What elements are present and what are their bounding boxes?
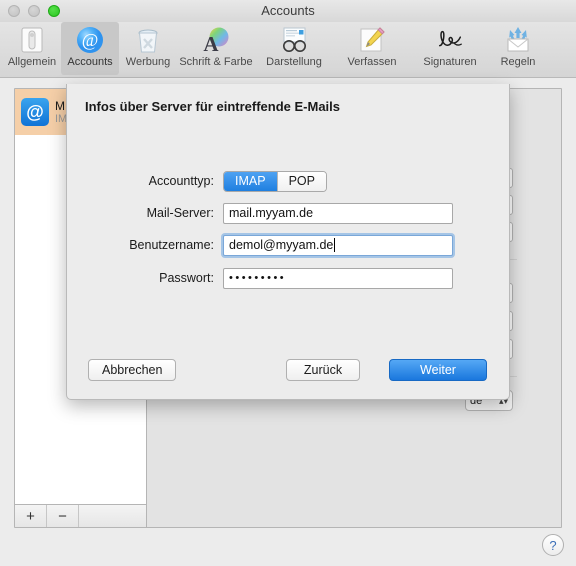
preferences-toolbar: Allgemein @ Accounts Werbung A Schrift &… bbox=[0, 22, 576, 78]
mail-account-icon: @ bbox=[21, 98, 49, 126]
viewing-glasses-icon bbox=[279, 25, 309, 55]
toolbar-item-darstellung[interactable]: Darstellung bbox=[255, 22, 333, 75]
toolbar-item-allgemein[interactable]: Allgemein bbox=[3, 22, 61, 75]
label-password: Passwort: bbox=[159, 271, 214, 285]
mail-server-value: mail.myyam.de bbox=[229, 206, 314, 220]
toolbar-item-schrift-farbe[interactable]: A Schrift & Farbe bbox=[177, 22, 255, 75]
toolbar-label-darstellung: Darstellung bbox=[266, 56, 322, 68]
cancel-button[interactable]: Abbrechen bbox=[88, 359, 177, 381]
toolbar-label-schrift-farbe: Schrift & Farbe bbox=[179, 56, 253, 68]
label-username: Benutzername: bbox=[129, 238, 214, 252]
window-titlebar: Accounts bbox=[0, 0, 576, 23]
toolbar-label-verfassen: Verfassen bbox=[347, 56, 397, 68]
toolbar-item-regeln[interactable]: Regeln bbox=[489, 22, 547, 75]
label-mail-server: Mail-Server: bbox=[146, 206, 214, 220]
username-value: demol@myyam.de bbox=[229, 238, 334, 252]
form-row-password: Passwort: ••••••••• bbox=[97, 267, 453, 289]
junk-trash-icon bbox=[133, 25, 163, 55]
sidebar-footer-bar: + − bbox=[15, 504, 146, 527]
back-button[interactable]: Zurück bbox=[286, 359, 360, 381]
add-account-button[interactable]: + bbox=[15, 505, 47, 527]
compose-pencil-icon bbox=[357, 25, 387, 55]
password-value: ••••••••• bbox=[229, 272, 287, 284]
form-row-mail-server: Mail-Server: mail.myyam.de bbox=[97, 202, 453, 224]
window-title: Accounts bbox=[261, 3, 315, 18]
toolbar-item-verfassen[interactable]: Verfassen bbox=[333, 22, 411, 75]
svg-text:@: @ bbox=[82, 30, 99, 50]
label-account-type: Accounttyp: bbox=[148, 174, 214, 188]
sidebar-footer-spacer bbox=[79, 505, 146, 527]
form-row-account-type: Accounttyp: IMAP POP bbox=[97, 170, 327, 192]
help-button[interactable]: ? bbox=[542, 534, 564, 556]
segment-pop[interactable]: POP bbox=[276, 171, 326, 191]
toolbar-item-werbung[interactable]: Werbung bbox=[119, 22, 177, 75]
toolbar-item-signaturen[interactable]: Signaturen bbox=[411, 22, 489, 75]
general-switch-icon bbox=[17, 25, 47, 55]
svg-text:A: A bbox=[203, 32, 219, 54]
sheet-heading: Infos über Server für eintreffende E-Mai… bbox=[85, 99, 341, 114]
accounts-preferences-window: Accounts Allgemein @ Accounts Werbung A … bbox=[0, 0, 576, 566]
toolbar-item-accounts[interactable]: @ Accounts bbox=[61, 22, 119, 75]
username-input[interactable]: demol@myyam.de bbox=[223, 234, 453, 256]
toolbar-label-signaturen: Signaturen bbox=[423, 56, 477, 68]
password-input[interactable]: ••••••••• bbox=[223, 267, 453, 289]
text-caret bbox=[334, 238, 336, 252]
remove-account-button[interactable]: − bbox=[47, 505, 79, 527]
incoming-mail-server-sheet: Infos über Server für eintreffende E-Mai… bbox=[66, 84, 510, 400]
font-color-icon: A bbox=[201, 25, 231, 55]
account-type-segmented-control[interactable]: IMAP POP bbox=[223, 170, 327, 192]
signature-icon bbox=[435, 25, 465, 55]
toolbar-label-allgemein: Allgemein bbox=[7, 56, 57, 68]
toolbar-label-regeln: Regeln bbox=[500, 56, 536, 68]
next-button[interactable]: Weiter bbox=[389, 359, 487, 381]
toolbar-label-werbung: Werbung bbox=[125, 56, 171, 68]
at-sign-icon: @ bbox=[75, 25, 105, 55]
mail-server-input[interactable]: mail.myyam.de bbox=[223, 202, 453, 224]
toolbar-label-accounts: Accounts bbox=[67, 56, 113, 68]
rules-envelope-icon bbox=[503, 25, 533, 55]
form-row-username: Benutzername: demol@myyam.de bbox=[97, 234, 453, 256]
segment-imap[interactable]: IMAP bbox=[224, 171, 277, 191]
